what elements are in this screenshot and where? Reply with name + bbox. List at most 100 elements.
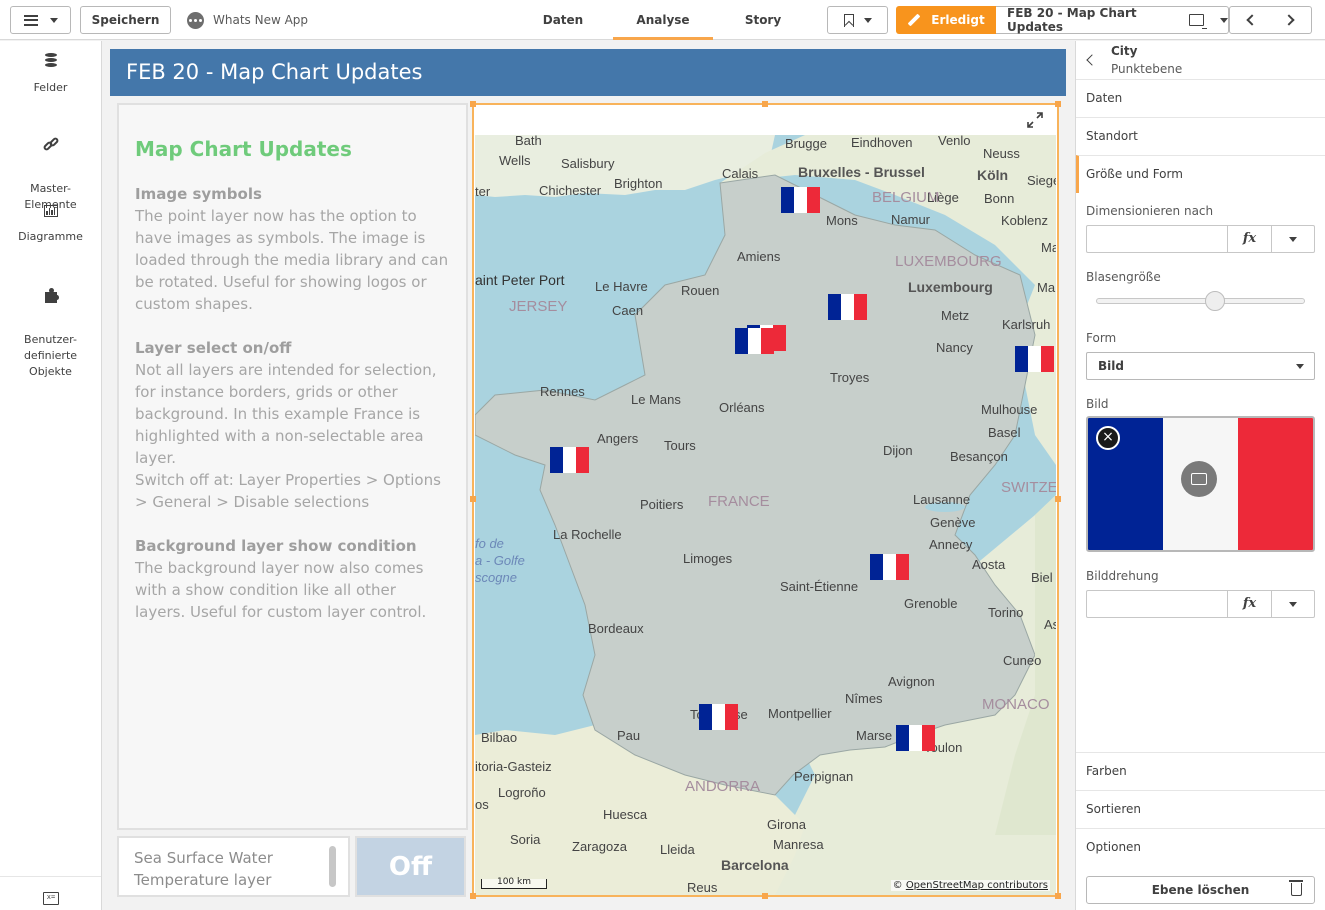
resize-handle[interactable] (762, 101, 768, 107)
assets-charts[interactable]: Diagramme (0, 205, 101, 245)
map-label: aint Peter Port (475, 272, 565, 288)
rotation-dropdown[interactable] (1271, 591, 1314, 617)
section-sorting[interactable]: Sortieren (1076, 790, 1325, 828)
section-body-layer-select: Not all layers are intended for selectio… (135, 361, 437, 467)
assets-charts-label: Diagramme (18, 230, 83, 243)
text-image-object[interactable]: Map Chart Updates Image symbols The poin… (117, 103, 468, 830)
flag-symbol-strasbourg[interactable] (1015, 346, 1054, 372)
section-colors[interactable]: Farben (1076, 752, 1325, 790)
bubble-size-slider[interactable] (1096, 298, 1305, 304)
fx-button[interactable]: fx (1227, 226, 1271, 252)
flag-symbol-lille[interactable] (781, 187, 820, 213)
map-label: Lausanne (913, 492, 970, 507)
next-sheet-button[interactable] (1270, 6, 1312, 34)
tab-story[interactable]: Story (713, 0, 813, 40)
previous-sheet-button[interactable] (1229, 6, 1271, 34)
shape-select[interactable]: Bild (1086, 352, 1315, 380)
bar-chart-icon (43, 205, 58, 217)
remove-image-icon[interactable]: × (1096, 426, 1120, 450)
layer-toggle-button[interactable]: Off (355, 836, 466, 897)
delete-layer-button[interactable]: Ebene löschen (1086, 876, 1315, 904)
resize-handle[interactable] (762, 893, 768, 899)
save-button[interactable]: Speichern (80, 6, 171, 34)
resize-handle[interactable] (470, 496, 476, 502)
resize-handle[interactable] (1055, 496, 1061, 502)
size-by-dropdown[interactable] (1271, 226, 1314, 252)
map-label: Troyes (830, 370, 870, 385)
section-options[interactable]: Optionen (1076, 828, 1325, 866)
map-label: Le Mans (631, 392, 681, 407)
sheet-icon (1189, 14, 1207, 29)
assets-custom-objects[interactable]: Benutzer- definierte Objekte (0, 272, 101, 380)
sheet-selector[interactable]: FEB 20 - Map Chart Updates (996, 6, 1229, 34)
map-label: Reus (687, 880, 718, 895)
expand-icon[interactable] (1027, 112, 1043, 128)
flag-symbol-nantes[interactable] (550, 447, 589, 473)
map-label: Ma (1037, 280, 1056, 295)
layer-listbox[interactable]: Sea Surface Water Temperature layer (117, 836, 350, 897)
map-label: Luxembourg (908, 279, 993, 295)
size-by-input[interactable]: fx (1086, 225, 1315, 253)
resize-handle[interactable] (470, 101, 476, 107)
resize-handle[interactable] (1055, 893, 1061, 899)
map-chart[interactable]: Bath Wells Salisbury ter Chichester Brig… (470, 101, 1061, 899)
map-label: Mulhouse (981, 402, 1037, 417)
fx-button[interactable]: fx (1227, 591, 1271, 617)
assets-fields-label: Felder (33, 81, 68, 94)
flag-symbol-lyon[interactable] (870, 554, 909, 580)
map-label: a - Golfe (475, 553, 525, 568)
assets-master-items[interactable]: Master- Elemente (0, 121, 101, 213)
attribution-link[interactable]: OpenStreetMap contributors (906, 880, 1048, 891)
map-label: fo de (475, 536, 504, 551)
bubble-size-slider-thumb[interactable] (1205, 291, 1226, 311)
map-label: Manresa (773, 837, 824, 852)
section-size-shape[interactable]: Größe und Form (1076, 155, 1325, 193)
section-data[interactable]: Daten (1076, 79, 1325, 117)
map-label: Grenoble (904, 596, 957, 611)
map-label: Siege (1027, 173, 1056, 188)
tab-data[interactable]: Daten (513, 0, 613, 40)
rotation-input[interactable]: fx (1086, 590, 1315, 618)
map-label: Bonn (984, 191, 1014, 206)
flag-symbol-reims[interactable] (828, 294, 867, 320)
flag-symbol-toulouse[interactable] (699, 704, 738, 730)
map-label: Dijon (883, 443, 913, 458)
map-label: Cuneo (1003, 653, 1041, 668)
divider (0, 876, 101, 877)
map-label: Saint-Étienne (780, 579, 858, 594)
map-label: Calais (722, 166, 759, 181)
map-label: Limoges (683, 551, 733, 566)
section-location[interactable]: Standort (1076, 117, 1325, 155)
map-label: FRANCE (708, 493, 770, 510)
map-label: Basel (988, 425, 1021, 440)
listbox-item-line2: Temperature layer (134, 871, 272, 889)
section-body-image-symbols: The point layer now has the option to ha… (135, 207, 449, 313)
app-name[interactable]: Whats New App (187, 10, 308, 30)
image-preview[interactable]: × (1086, 416, 1315, 552)
section-title-layer-select: Layer select on/off (135, 339, 292, 357)
bubble-size-label: Blasengröße (1086, 270, 1161, 284)
map-label: Bath (515, 135, 542, 148)
map-attribution[interactable]: © OpenStreetMap contributors (890, 880, 1050, 891)
done-editing-button[interactable]: Erledigt (896, 6, 996, 34)
map-svg[interactable]: Bath Wells Salisbury ter Chichester Brig… (475, 135, 1056, 895)
media-library-icon[interactable] (1181, 461, 1217, 497)
map-label: Wells (499, 153, 531, 168)
global-menu-button[interactable] (10, 6, 71, 34)
tab-analysis[interactable]: Analyse (613, 0, 713, 40)
map-label: Nancy (936, 340, 973, 355)
variables-icon[interactable]: x= (43, 892, 59, 905)
back-arrow-icon[interactable] (1086, 54, 1098, 66)
flag-symbol-marseille[interactable] (896, 725, 935, 751)
map-label: Karlsruh (1002, 317, 1050, 332)
map-label: Rouen (681, 283, 719, 298)
resize-handle[interactable] (470, 893, 476, 899)
map-label: Perpignan (794, 769, 853, 784)
listbox-scrollbar[interactable] (329, 846, 336, 887)
map-label: SWITZE (1001, 479, 1056, 496)
flag-symbol-paris[interactable] (735, 328, 774, 354)
map-canvas[interactable]: Bath Wells Salisbury ter Chichester Brig… (475, 135, 1056, 895)
bookmarks-button[interactable] (827, 6, 888, 34)
resize-handle[interactable] (1055, 101, 1061, 107)
assets-fields[interactable]: Felder (0, 52, 101, 96)
